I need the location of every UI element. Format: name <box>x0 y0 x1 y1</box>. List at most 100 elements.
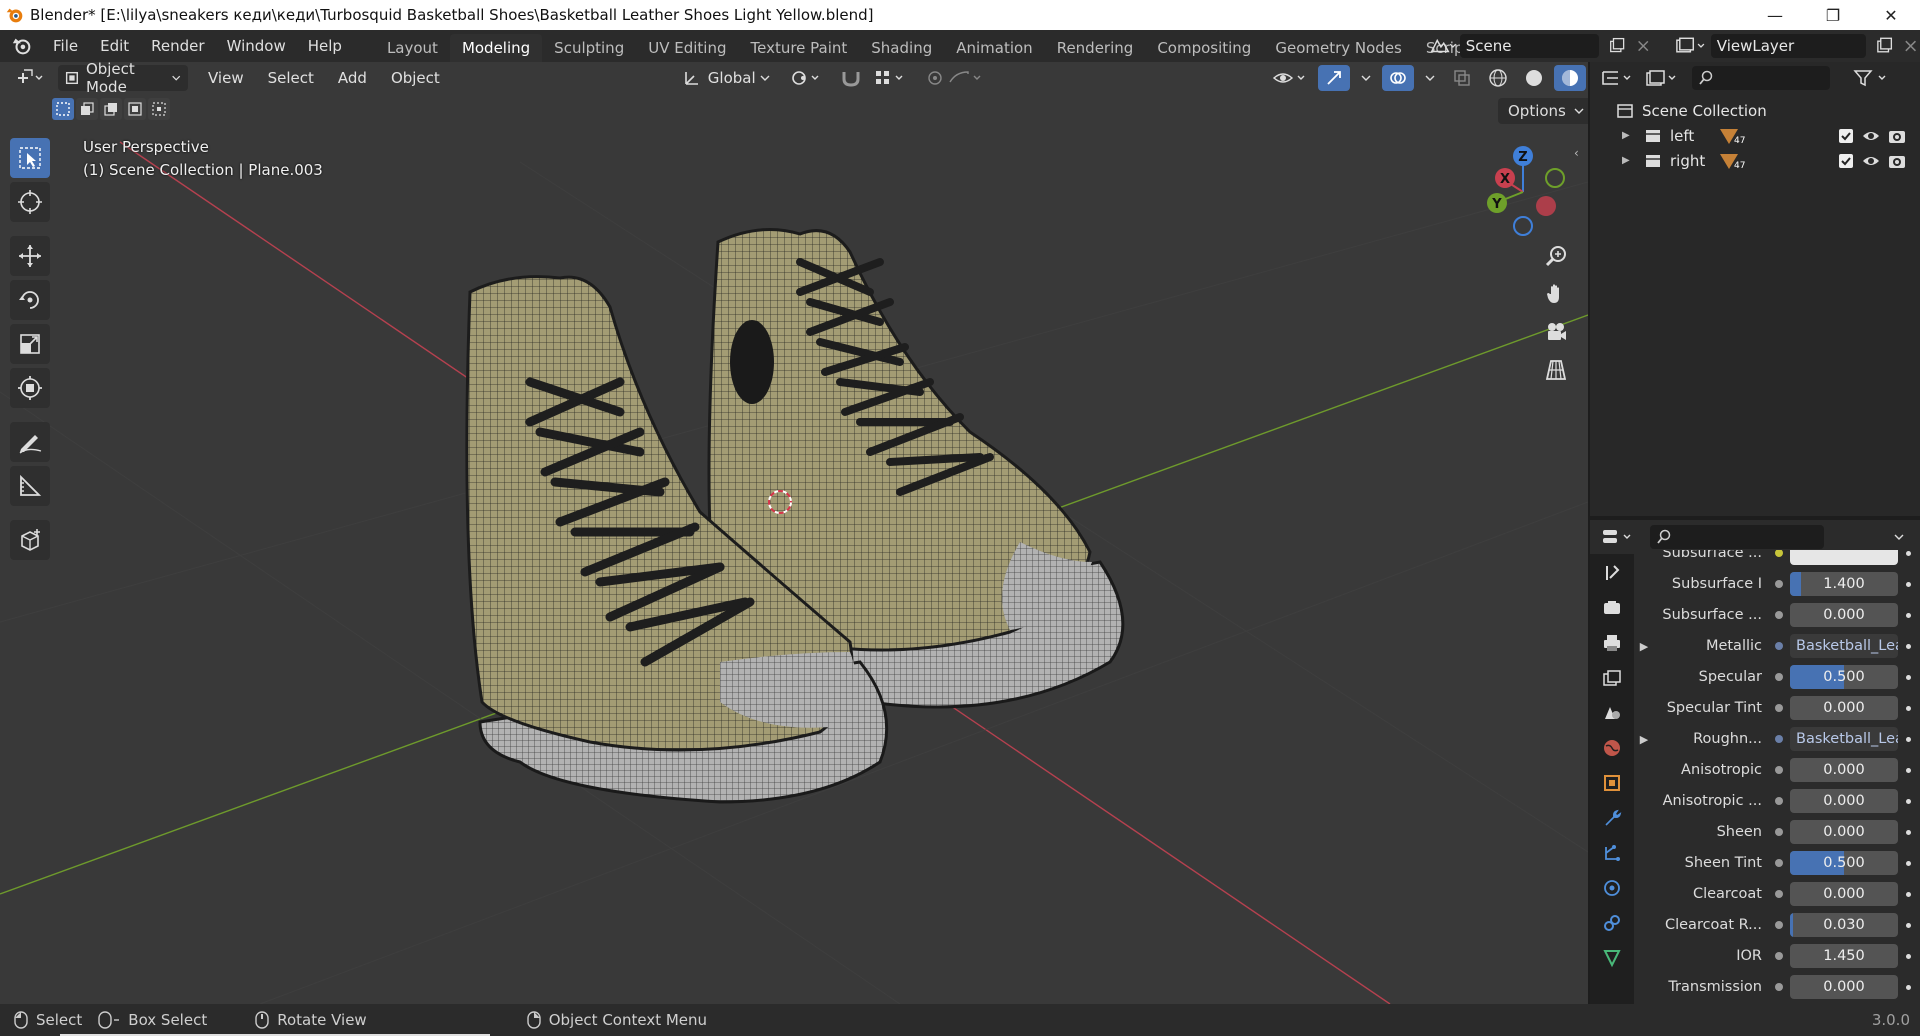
navigation-gizmo[interactable]: Z X Y <box>1478 142 1568 242</box>
tab-layout[interactable]: Layout <box>375 34 450 62</box>
keyframe-dot-icon[interactable] <box>1898 550 1918 556</box>
new-scene-icon[interactable] <box>1607 35 1627 57</box>
menu-add[interactable]: Add <box>332 65 373 91</box>
scene-collection-row[interactable]: Scene Collection <box>1590 98 1920 123</box>
zoom-button[interactable] <box>1540 240 1572 272</box>
socket-dot-icon[interactable] <box>1768 704 1790 712</box>
render-camera-icon[interactable] <box>1888 128 1906 144</box>
select-box-tool[interactable] <box>10 138 50 178</box>
visibility-button[interactable] <box>1266 65 1314 91</box>
menu-edit[interactable]: Edit <box>89 33 140 59</box>
tab-rendering[interactable]: Rendering <box>1045 34 1146 62</box>
tab-constraints[interactable] <box>1597 908 1627 937</box>
viewlayer-name-field[interactable]: ViewLayer <box>1710 34 1866 58</box>
tab-data[interactable] <box>1597 943 1627 972</box>
cursor-tool[interactable] <box>10 182 50 222</box>
number-slider[interactable]: 1.450 <box>1790 944 1898 968</box>
menu-file[interactable]: File <box>42 33 89 59</box>
menu-object[interactable]: Object <box>385 65 446 91</box>
number-slider[interactable]: 1.400 <box>1790 572 1898 596</box>
expand-arrow-icon[interactable]: ▶ <box>1634 733 1654 746</box>
number-slider[interactable]: 0.000 <box>1790 758 1898 782</box>
menu-render[interactable]: Render <box>140 33 215 59</box>
delete-viewlayer-icon[interactable] <box>1901 36 1920 56</box>
shading-material[interactable] <box>1554 65 1586 91</box>
snap-toggle[interactable] <box>834 65 868 91</box>
select-extend-mode[interactable] <box>76 98 98 120</box>
keyframe-dot-icon[interactable] <box>1898 643 1918 649</box>
checkbox-icon[interactable] <box>1838 153 1854 169</box>
rotate-tool[interactable] <box>10 280 50 320</box>
eye-icon[interactable] <box>1862 153 1880 169</box>
socket-dot-icon[interactable] <box>1768 580 1790 588</box>
gizmo-dropdown[interactable] <box>1354 65 1378 91</box>
keyframe-dot-icon[interactable] <box>1898 767 1918 773</box>
outliner-editor-icon[interactable] <box>1600 68 1636 88</box>
perspective-toggle-button[interactable] <box>1540 354 1572 386</box>
keyframe-dot-icon[interactable] <box>1898 705 1918 711</box>
filter-icon[interactable] <box>1852 68 1892 88</box>
restore-button[interactable]: ❐ <box>1804 0 1862 30</box>
keyframe-dot-icon[interactable] <box>1898 674 1918 680</box>
number-slider[interactable]: 0.000 <box>1790 882 1898 906</box>
number-slider[interactable]: 0.000 <box>1790 820 1898 844</box>
tab-animation[interactable]: Animation <box>944 34 1044 62</box>
tab-physics[interactable] <box>1597 873 1627 902</box>
keyframe-dot-icon[interactable] <box>1898 922 1918 928</box>
menu-window[interactable]: Window <box>216 33 297 59</box>
new-viewlayer-icon[interactable] <box>1874 35 1895 57</box>
pan-button[interactable] <box>1540 278 1572 310</box>
tab-object[interactable] <box>1597 768 1627 797</box>
display-mode-icon[interactable] <box>1644 68 1680 88</box>
3d-viewport[interactable]: Object Mode View Select Add Object Globa… <box>0 62 1588 1004</box>
tab-view-layer[interactable] <box>1597 663 1627 692</box>
outliner-item-right[interactable]: ▶ right 47 <box>1590 148 1920 173</box>
socket-dot-icon[interactable] <box>1768 766 1790 774</box>
tab-particles[interactable] <box>1597 838 1627 867</box>
properties-editor-icon[interactable] <box>1600 527 1636 547</box>
keyframe-dot-icon[interactable] <box>1898 860 1918 866</box>
sidebar-toggle-arrow[interactable]: ‹ <box>1574 146 1579 160</box>
socket-dot-icon[interactable] <box>1768 828 1790 836</box>
measure-tool[interactable] <box>10 466 50 506</box>
linked-texture-field[interactable]: Basketball_Lea... <box>1790 727 1898 751</box>
expand-arrow-icon[interactable]: ▶ <box>1634 640 1654 653</box>
checkbox-icon[interactable] <box>1838 128 1854 144</box>
tab-compositing[interactable]: Compositing <box>1145 34 1263 62</box>
keyframe-dot-icon[interactable] <box>1898 829 1918 835</box>
expand-arrow-icon[interactable]: ▶ <box>1622 155 1638 166</box>
select-new-mode[interactable] <box>52 98 74 120</box>
eye-icon[interactable] <box>1862 128 1880 144</box>
options-dropdown[interactable]: Options <box>1498 98 1588 124</box>
select-invert-mode[interactable] <box>124 98 146 120</box>
proportional-edit-button[interactable] <box>920 65 992 91</box>
snap-element-button[interactable] <box>868 65 914 91</box>
scene-name-field[interactable]: Scene <box>1459 34 1600 58</box>
number-slider[interactable]: 0.030 <box>1790 913 1898 937</box>
properties-search-input[interactable] <box>1650 525 1824 549</box>
outliner-item-left[interactable]: ▶ left 47 <box>1590 123 1920 148</box>
gizmo-toggle[interactable] <box>1318 65 1350 91</box>
socket-dot-icon[interactable] <box>1768 673 1790 681</box>
keyframe-dot-icon[interactable] <box>1898 581 1918 587</box>
tab-geometry-nodes[interactable]: Geometry Nodes <box>1263 34 1414 62</box>
delete-scene-icon[interactable] <box>1634 36 1652 56</box>
blender-menu-icon[interactable] <box>8 32 36 60</box>
keyframe-dot-icon[interactable] <box>1898 891 1918 897</box>
tab-uv-editing[interactable]: UV Editing <box>636 34 738 62</box>
linked-texture-field[interactable]: Basketball_Lea... <box>1790 634 1898 658</box>
gizmo-neg-y-axis[interactable] <box>1545 168 1565 188</box>
overlays-dropdown[interactable] <box>1418 65 1442 91</box>
tab-world[interactable] <box>1597 733 1627 762</box>
transform-orientation-selector[interactable]: Global <box>676 65 778 91</box>
keyframe-dot-icon[interactable] <box>1898 612 1918 618</box>
tab-tool[interactable] <box>1597 558 1627 587</box>
pivot-point-button[interactable] <box>784 65 830 91</box>
menu-select[interactable]: Select <box>262 65 320 91</box>
close-button[interactable]: ✕ <box>1862 0 1920 30</box>
color-swatch[interactable] <box>1790 550 1898 565</box>
shading-wireframe[interactable] <box>1482 65 1514 91</box>
annotate-tool[interactable] <box>10 422 50 462</box>
xray-toggle[interactable] <box>1446 65 1478 91</box>
viewlayer-icon[interactable] <box>1674 35 1707 57</box>
